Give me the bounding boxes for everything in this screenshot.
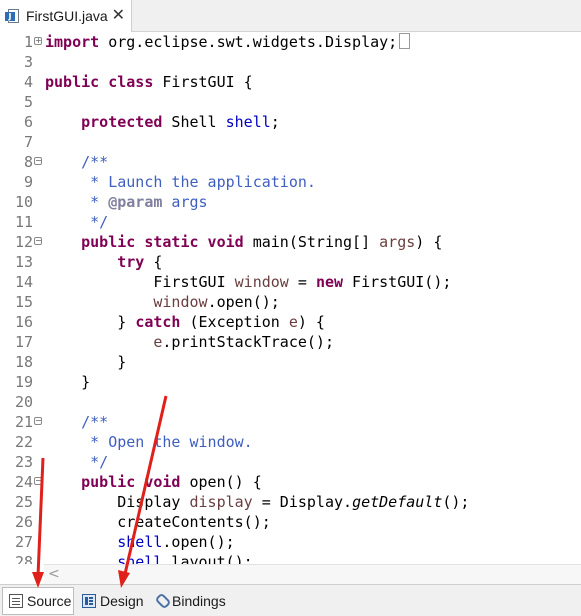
line-number: 20	[14, 393, 33, 411]
line-number: 7	[23, 133, 33, 151]
code-line: 14 FirstGUI window = new FirstGUI();	[0, 272, 581, 292]
code-line: 19 }	[0, 372, 581, 392]
code-line: 8 − /**	[0, 152, 581, 172]
close-icon[interactable]: ✕	[112, 7, 125, 23]
line-number: 1	[23, 33, 33, 51]
tab-design[interactable]: Design	[76, 587, 148, 615]
line-number: 22	[14, 433, 33, 451]
line-number: 5	[23, 93, 33, 111]
line-number: 6	[23, 113, 33, 131]
code-line: 3	[0, 52, 581, 72]
code-line: 12 − public static void main(String[] ar…	[0, 232, 581, 252]
code-line: 24 − public void open() {	[0, 472, 581, 492]
fold-collapse-icon[interactable]: −	[34, 477, 42, 485]
fold-expand-icon[interactable]: +	[34, 37, 42, 45]
fold-collapse-icon[interactable]: −	[34, 157, 42, 165]
editor-page-tabs: Source Design Bindings	[0, 584, 581, 616]
code-line: 5	[0, 92, 581, 112]
tab-source-label: Source	[27, 593, 72, 609]
code-line: 7	[0, 132, 581, 152]
fold-collapse-icon[interactable]: −	[34, 417, 42, 425]
line-number: 28	[14, 553, 33, 564]
line-number: 10	[14, 193, 33, 211]
line-number: 18	[14, 353, 33, 371]
line-number: 12	[14, 233, 33, 251]
scroll-left-icon[interactable]: <	[48, 566, 60, 582]
editor-tab-firstgui[interactable]: J FirstGUI.java ✕	[0, 0, 132, 32]
code-line: 23 */	[0, 452, 581, 472]
tab-source[interactable]: Source	[2, 587, 74, 615]
tab-bindings[interactable]: Bindings	[150, 587, 234, 615]
code-line: 18 }	[0, 352, 581, 372]
code-line: 4 public class FirstGUI {	[0, 72, 581, 92]
horizontal-scrollbar[interactable]: <	[44, 564, 581, 584]
line-number: 11	[14, 213, 33, 231]
code-line: 13 try {	[0, 252, 581, 272]
tab-design-label: Design	[100, 593, 144, 609]
code-line: 20	[0, 392, 581, 412]
code-line: 25 Display display = Display.getDefault(…	[0, 492, 581, 512]
code-line: 28 shell.layout();	[0, 552, 581, 564]
line-number: 24	[14, 473, 33, 491]
code-editor[interactable]: 1 + import org.eclipse.swt.widgets.Displ…	[0, 32, 581, 564]
line-number: 27	[14, 533, 33, 551]
fold-collapse-icon[interactable]: −	[34, 237, 42, 245]
code-line: 21 − /**	[0, 412, 581, 432]
line-number: 17	[14, 333, 33, 351]
line-number: 21	[14, 413, 33, 431]
link-icon	[154, 592, 172, 610]
code-line: 6 protected Shell shell;	[0, 112, 581, 132]
code-line: 1 + import org.eclipse.swt.widgets.Displ…	[0, 32, 581, 52]
line-number: 3	[23, 53, 33, 71]
line-number: 15	[14, 293, 33, 311]
code-line: 26 createContents();	[0, 512, 581, 532]
line-number: 9	[23, 173, 33, 191]
code-line: 27 shell.open();	[0, 532, 581, 552]
java-file-icon: J	[5, 8, 21, 24]
line-number: 25	[14, 493, 33, 511]
collapsed-imports-icon[interactable]	[399, 33, 411, 49]
editor-tab-title: FirstGUI.java	[26, 8, 108, 24]
tab-bindings-label: Bindings	[172, 593, 226, 609]
line-number: 8	[23, 153, 33, 171]
design-icon	[82, 594, 96, 608]
code-line: 10 * @param args	[0, 192, 581, 212]
line-number: 19	[14, 373, 33, 391]
editor-tab-bar: J FirstGUI.java ✕	[0, 0, 581, 32]
code-line: 22 * Open the window.	[0, 432, 581, 452]
code-line: 11 */	[0, 212, 581, 232]
line-number: 14	[14, 273, 33, 291]
source-icon	[9, 594, 23, 608]
line-number: 26	[14, 513, 33, 531]
code-line: 17 e.printStackTrace();	[0, 332, 581, 352]
line-number: 4	[23, 73, 33, 91]
code-line: 15 window.open();	[0, 292, 581, 312]
code-line: 16 } catch (Exception e) {	[0, 312, 581, 332]
line-number: 13	[14, 253, 33, 271]
line-number: 16	[14, 313, 33, 331]
code-line: 9 * Launch the application.	[0, 172, 581, 192]
line-number: 23	[14, 453, 33, 471]
